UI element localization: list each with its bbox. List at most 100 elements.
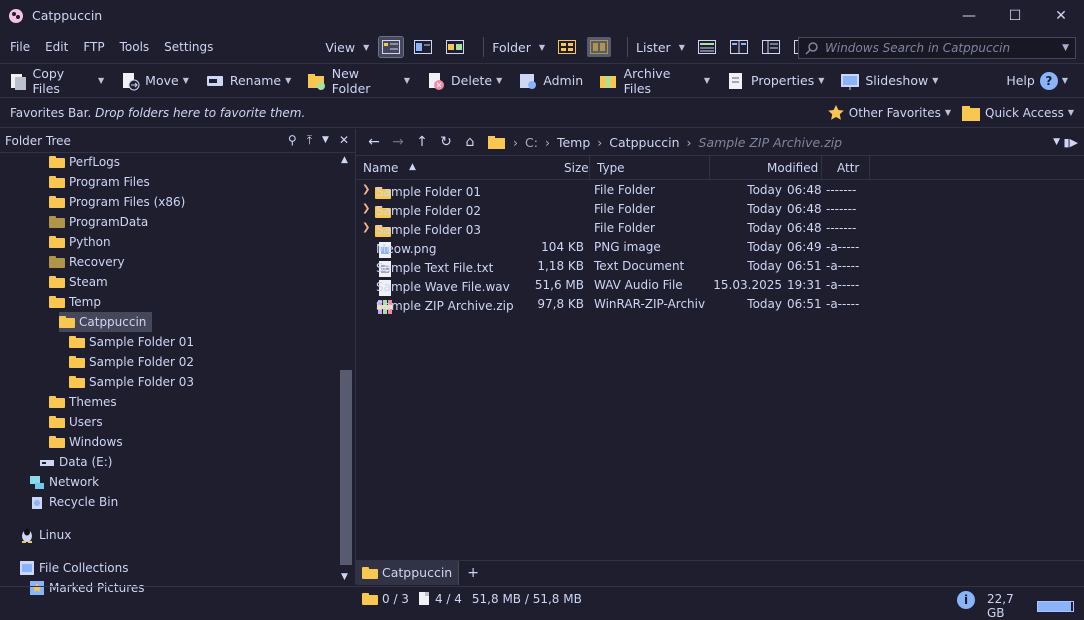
chevron-down-icon[interactable]: ▼ — [818, 76, 824, 85]
lister-menu-button[interactable]: Lister — [636, 40, 671, 55]
chevron-down-icon[interactable]: ▼ — [1068, 108, 1074, 117]
chevron-down-icon[interactable]: ▼ — [1062, 43, 1069, 53]
chevron-down-icon[interactable]: ▼ — [322, 133, 329, 148]
view-menu-button[interactable]: View — [325, 40, 355, 55]
scroll-up-icon[interactable]: ▲ — [341, 155, 348, 165]
chevron-down-icon[interactable]: ▼ — [404, 76, 410, 85]
column-type[interactable]: Type — [597, 161, 625, 175]
layout-dual-icon[interactable] — [443, 37, 467, 57]
tree-item[interactable]: ProgramData — [49, 212, 148, 232]
tree-item[interactable]: Themes — [49, 392, 117, 412]
tree-item[interactable]: Catppuccin — [59, 312, 153, 332]
chevron-down-icon[interactable]: ▼ — [1062, 76, 1068, 85]
collapse-up-icon[interactable]: ⤒ — [307, 133, 312, 148]
chevron-right-icon[interactable]: ❯ — [362, 222, 370, 233]
breadcrumb-current[interactable]: Sample ZIP Archive.zip — [699, 135, 843, 150]
scroll-down-icon[interactable]: ▼ — [341, 572, 348, 582]
tree-item[interactable]: PerfLogs — [49, 152, 120, 172]
lister-tree-icon[interactable] — [759, 37, 783, 57]
minimize-button[interactable]: — — [946, 0, 992, 31]
tree-item[interactable]: Users — [49, 412, 103, 432]
tree-item[interactable]: Sample Folder 01 — [69, 332, 194, 352]
tab-catppuccin[interactable]: Catppuccin — [356, 560, 460, 585]
close-icon[interactable]: ✕ — [339, 133, 349, 148]
new-folder-button[interactable]: New Folder ▼ — [307, 66, 420, 96]
chevron-down-icon[interactable]: ▼ — [285, 76, 291, 85]
chevron-down-icon[interactable]: ▼ — [183, 76, 189, 85]
tree-item[interactable]: Recovery — [49, 252, 125, 272]
admin-button[interactable]: Admin — [518, 71, 583, 91]
delete-button[interactable]: Delete ▼ — [426, 71, 512, 91]
layout-details-icon[interactable] — [378, 36, 405, 58]
tree-item[interactable]: Python — [49, 232, 111, 252]
lister-single-icon[interactable] — [695, 37, 719, 57]
chevron-down-icon[interactable]: ▼ — [945, 108, 951, 117]
scrollbar-thumb[interactable] — [340, 370, 352, 565]
home-icon[interactable]: ⌂ — [458, 134, 482, 150]
file-row[interactable]: ❯ Sample Folder 02 File Folder Today 06:48 --… — [356, 200, 1081, 219]
search-icon[interactable]: ⚲ — [288, 133, 297, 148]
chevron-down-icon[interactable]: ▼ — [932, 76, 938, 85]
layout-preview-icon[interactable] — [411, 37, 435, 57]
column-modified[interactable]: Modified — [767, 161, 818, 175]
copy-files-button[interactable]: Copy Files ▼ — [8, 66, 114, 96]
close-button[interactable]: ✕ — [1038, 0, 1084, 31]
menu-tools[interactable]: Tools — [120, 40, 150, 54]
file-row[interactable]: ❯ Sample Folder 01 File Folder Today 06:48 --… — [356, 181, 1081, 200]
add-tab-button[interactable]: + — [467, 565, 479, 581]
archive-files-button[interactable]: Archive Files ▼ — [599, 66, 720, 96]
properties-button[interactable]: Properties ▼ — [726, 71, 834, 91]
maximize-button[interactable]: ☐ — [992, 0, 1038, 31]
tree-item[interactable]: Sample Folder 03 — [69, 372, 194, 392]
file-row[interactable]: Meow.png 104 KB PNG image Today 06:49 -a----- — [356, 238, 1081, 258]
folder-view-icon[interactable] — [555, 37, 579, 57]
menu-edit[interactable]: Edit — [45, 40, 68, 54]
tree-item[interactable]: Windows — [49, 432, 123, 452]
slideshow-button[interactable]: Slideshow ▼ — [840, 71, 948, 91]
chevron-down-icon[interactable]: ▼ — [704, 76, 710, 85]
chevron-down-icon[interactable]: ▼ — [679, 43, 685, 52]
lister-dual-icon[interactable] — [727, 37, 751, 57]
rename-button[interactable]: Rename ▼ — [205, 71, 301, 91]
column-separator[interactable] — [589, 156, 590, 180]
refresh-icon[interactable]: ↻ — [434, 134, 458, 150]
back-arrow-icon[interactable]: ← — [362, 134, 386, 150]
tree-item[interactable]: Recycle Bin — [29, 492, 118, 512]
folder-options-icon[interactable] — [587, 37, 612, 57]
breadcrumb-catppuccin[interactable]: Catppuccin — [609, 135, 679, 150]
info-icon[interactable]: i — [957, 591, 975, 609]
forward-arrow-icon[interactable]: → — [386, 134, 410, 150]
move-button[interactable]: Move ▼ — [120, 71, 199, 91]
breadcrumb-drive[interactable]: C: — [525, 135, 538, 150]
column-separator[interactable] — [709, 156, 710, 180]
chevron-right-icon[interactable]: ❯ — [362, 203, 370, 214]
chevron-down-icon[interactable]: ▼ — [539, 43, 545, 52]
file-row[interactable]: ❯ Sample Folder 03 File Folder Today 06:48 --… — [356, 219, 1081, 238]
chevron-down-icon[interactable]: ▼ — [363, 43, 369, 52]
panel-toggle-icon[interactable]: ▮▶ — [1063, 136, 1078, 149]
column-separator[interactable] — [821, 156, 822, 180]
tree-item[interactable]: File Collections — [19, 558, 129, 578]
tree-item[interactable]: Data (E:) — [39, 452, 112, 472]
file-row[interactable]: Sample Text File.txt 1,18 KB Text Document… — [356, 257, 1081, 277]
file-row[interactable]: Sample Wave File.wav 51,6 MB WAV Audio Fil… — [356, 276, 1081, 296]
menu-file[interactable]: File — [10, 40, 30, 54]
breadcrumb-temp[interactable]: Temp — [557, 135, 590, 150]
chevron-right-icon[interactable]: ❯ — [362, 184, 370, 195]
tree-item[interactable]: Temp — [49, 292, 101, 312]
column-attr[interactable]: Attr — [837, 161, 859, 175]
chevron-down-icon[interactable]: ▼ — [496, 76, 502, 85]
chevron-down-icon[interactable]: ▼ — [98, 76, 104, 85]
tree-item[interactable]: Network — [29, 472, 99, 492]
folder-menu-button[interactable]: Folder — [492, 40, 531, 55]
tree-item[interactable]: Linux — [19, 525, 71, 545]
chevron-down-icon[interactable]: ▼ — [1053, 137, 1060, 147]
tree-scrollbar[interactable]: ▲ ▼ — [338, 153, 354, 584]
menu-settings[interactable]: Settings — [164, 40, 213, 54]
tree-item[interactable]: Program Files — [49, 172, 150, 192]
column-name[interactable]: Name — [363, 161, 398, 175]
column-size[interactable]: Size — [564, 161, 589, 175]
column-separator[interactable] — [869, 156, 870, 180]
tree-item[interactable]: Steam — [49, 272, 108, 292]
up-arrow-icon[interactable]: ↑ — [410, 134, 434, 150]
